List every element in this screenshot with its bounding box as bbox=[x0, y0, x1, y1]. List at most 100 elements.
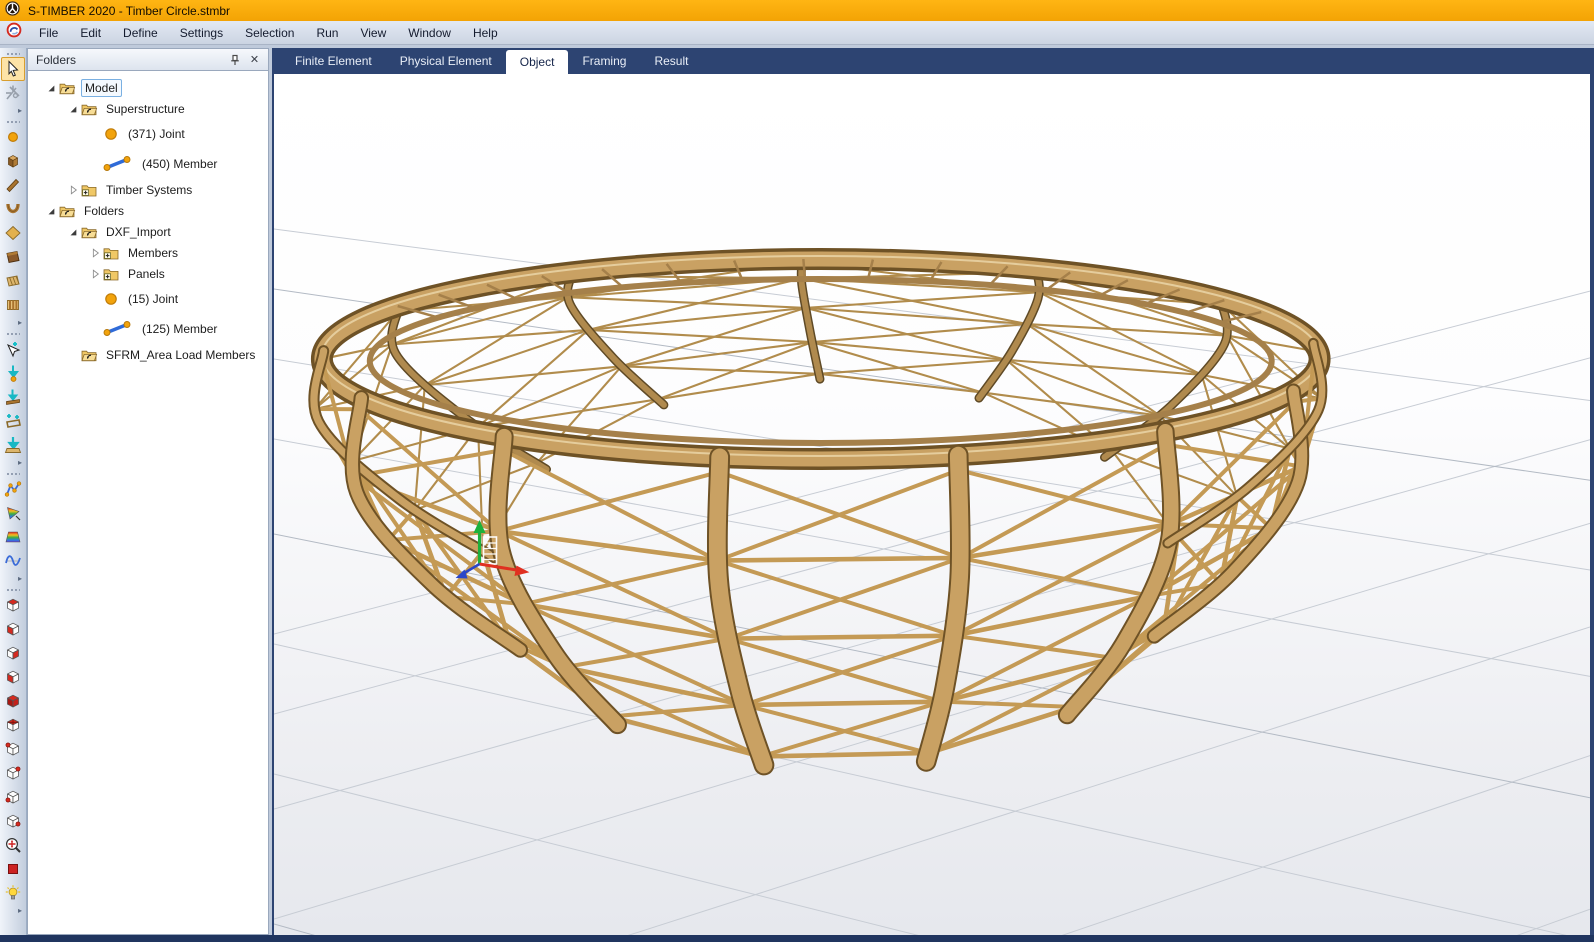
tree-item-model[interactable]: Model bbox=[28, 77, 268, 98]
menu-settings[interactable]: Settings bbox=[169, 22, 234, 44]
tab-physical-element[interactable]: Physical Element bbox=[386, 48, 506, 74]
tree-item-label: DXF_Import bbox=[103, 224, 174, 240]
toolbar-overflow-button[interactable]: ▸ bbox=[0, 573, 26, 584]
tab-result[interactable]: Result bbox=[640, 48, 702, 74]
clear-view-tool-icon[interactable] bbox=[1, 857, 25, 881]
tab-object[interactable]: Object bbox=[506, 50, 569, 74]
tree-item-label: (15) Joint bbox=[125, 291, 181, 307]
curved-member-tool-icon[interactable] bbox=[1, 197, 25, 221]
joint-tool-icon[interactable] bbox=[1, 125, 25, 149]
toolbar-overflow-button[interactable]: ▸ bbox=[0, 317, 26, 328]
viewport-3d[interactable] bbox=[274, 74, 1590, 935]
toolbar-grip bbox=[6, 587, 20, 591]
tree-item-450-member[interactable]: (450) Member bbox=[28, 148, 268, 179]
pin-icon[interactable] bbox=[227, 52, 242, 67]
folder-icon bbox=[58, 81, 76, 95]
member-result-tool-icon[interactable] bbox=[1, 477, 25, 501]
tree-item-dxf-import[interactable]: DXF_Import bbox=[28, 221, 268, 242]
ribbed-panel-tool-icon[interactable] bbox=[1, 293, 25, 317]
menu-items: FileEditDefineSettingsSelectionRunViewWi… bbox=[28, 22, 509, 44]
solid-member-tool-icon[interactable] bbox=[1, 149, 25, 173]
menu-define[interactable]: Define bbox=[112, 22, 169, 44]
tree-item-panels[interactable]: Panels bbox=[28, 263, 268, 284]
expanded-icon[interactable] bbox=[44, 83, 58, 93]
title-bar: S-TIMBER 2020 - Timber Circle.stmbr bbox=[0, 0, 1594, 21]
member-load-tool-icon[interactable] bbox=[1, 385, 25, 409]
menu-run[interactable]: Run bbox=[305, 22, 349, 44]
toolbar-overflow-button[interactable]: ▸ bbox=[0, 105, 26, 116]
menu-help[interactable]: Help bbox=[462, 22, 509, 44]
view-iso-nw-icon[interactable] bbox=[1, 737, 25, 761]
collapsed-icon[interactable] bbox=[88, 269, 102, 279]
member-icon bbox=[102, 155, 134, 172]
laminated-panel-tool-icon[interactable] bbox=[1, 269, 25, 293]
tree-item-label: Model bbox=[81, 79, 122, 97]
contour-result-tool-icon[interactable] bbox=[1, 525, 25, 549]
tree-item-label: (371) Joint bbox=[125, 126, 188, 142]
toolbar-grip bbox=[6, 471, 20, 475]
menu-selection[interactable]: Selection bbox=[234, 22, 305, 44]
content-area: Finite ElementPhysical ElementObjectFram… bbox=[272, 48, 1594, 935]
plate-tool-icon[interactable] bbox=[1, 221, 25, 245]
tree-item-label: Folders bbox=[81, 203, 127, 219]
view-iso-se-icon[interactable] bbox=[1, 809, 25, 833]
member-tool-icon[interactable] bbox=[1, 173, 25, 197]
zoom-extents-tool-icon[interactable] bbox=[1, 833, 25, 857]
expanded-icon[interactable] bbox=[66, 227, 80, 237]
view-iso-sw-icon[interactable] bbox=[1, 785, 25, 809]
tree-item-371-joint[interactable]: (371) Joint bbox=[28, 119, 268, 148]
menu-bar: FileEditDefineSettingsSelectionRunViewWi… bbox=[0, 21, 1594, 45]
joint-load-tool-icon[interactable] bbox=[1, 361, 25, 385]
tree-item-members[interactable]: Members bbox=[28, 242, 268, 263]
folder-plus-icon bbox=[102, 246, 120, 260]
app-window: S-TIMBER 2020 - Timber Circle.stmbr File… bbox=[0, 0, 1594, 942]
assign-selection-tool-icon[interactable] bbox=[1, 337, 25, 361]
menu-edit[interactable]: Edit bbox=[69, 22, 112, 44]
tree-item-label: SFRM_Area Load Members bbox=[103, 347, 258, 363]
window-border-bottom bbox=[0, 935, 1594, 942]
expanded-icon[interactable] bbox=[66, 104, 80, 114]
toolbar-grip bbox=[6, 51, 20, 55]
tree-item-15-joint[interactable]: (15) Joint bbox=[28, 284, 268, 313]
toolbar-overflow-button[interactable]: ▸ bbox=[0, 457, 26, 468]
expanded-icon[interactable] bbox=[44, 206, 58, 216]
folder-plus-icon bbox=[80, 183, 98, 197]
area-load-tool-icon[interactable] bbox=[1, 433, 25, 457]
tab-finite-element[interactable]: Finite Element bbox=[281, 48, 386, 74]
light-tool-icon[interactable] bbox=[1, 881, 25, 905]
view-cube-left-icon[interactable] bbox=[1, 641, 25, 665]
folder-icon bbox=[80, 225, 98, 239]
vector-result-tool-icon[interactable] bbox=[1, 501, 25, 525]
view-cube-right-icon[interactable] bbox=[1, 665, 25, 689]
view-cube-top-icon[interactable] bbox=[1, 593, 25, 617]
main-area: ▸ ▸ ▸ ▸ bbox=[0, 45, 1594, 935]
view-iso-ne-icon[interactable] bbox=[1, 761, 25, 785]
close-icon[interactable]: ✕ bbox=[247, 52, 262, 67]
left-toolbar: ▸ ▸ ▸ ▸ bbox=[0, 48, 27, 935]
tree-item-timber-systems[interactable]: Timber Systems bbox=[28, 179, 268, 200]
tree-item-label: Superstructure bbox=[103, 101, 188, 117]
panel-tool-icon[interactable] bbox=[1, 245, 25, 269]
tree-item-sfrm-area-load-members[interactable]: SFRM_Area Load Members bbox=[28, 344, 268, 365]
view-cube-solid-icon[interactable] bbox=[1, 689, 25, 713]
toolbar-overflow-button[interactable]: ▸ bbox=[0, 905, 26, 916]
folder-plus-icon bbox=[102, 267, 120, 281]
member-icon bbox=[102, 320, 134, 337]
tree-item-folders[interactable]: Folders bbox=[28, 200, 268, 221]
collapsed-icon[interactable] bbox=[66, 185, 80, 195]
menu-view[interactable]: View bbox=[349, 22, 397, 44]
tree-item-label: Timber Systems bbox=[103, 182, 195, 198]
snap-settings-icon[interactable] bbox=[1, 81, 25, 105]
view-cube-front-icon[interactable] bbox=[1, 617, 25, 641]
collapsed-icon[interactable] bbox=[88, 248, 102, 258]
tree-item-125-member[interactable]: (125) Member bbox=[28, 313, 268, 344]
menu-file[interactable]: File bbox=[28, 22, 69, 44]
view-cube-section-icon[interactable] bbox=[1, 713, 25, 737]
diagram-result-tool-icon[interactable] bbox=[1, 549, 25, 573]
frame-load-tool-icon[interactable] bbox=[1, 409, 25, 433]
tab-framing[interactable]: Framing bbox=[568, 48, 640, 74]
tree-item-superstructure[interactable]: Superstructure bbox=[28, 98, 268, 119]
select-cursor-icon[interactable] bbox=[1, 57, 25, 81]
panel-title: Folders bbox=[36, 53, 222, 67]
menu-window[interactable]: Window bbox=[397, 22, 462, 44]
